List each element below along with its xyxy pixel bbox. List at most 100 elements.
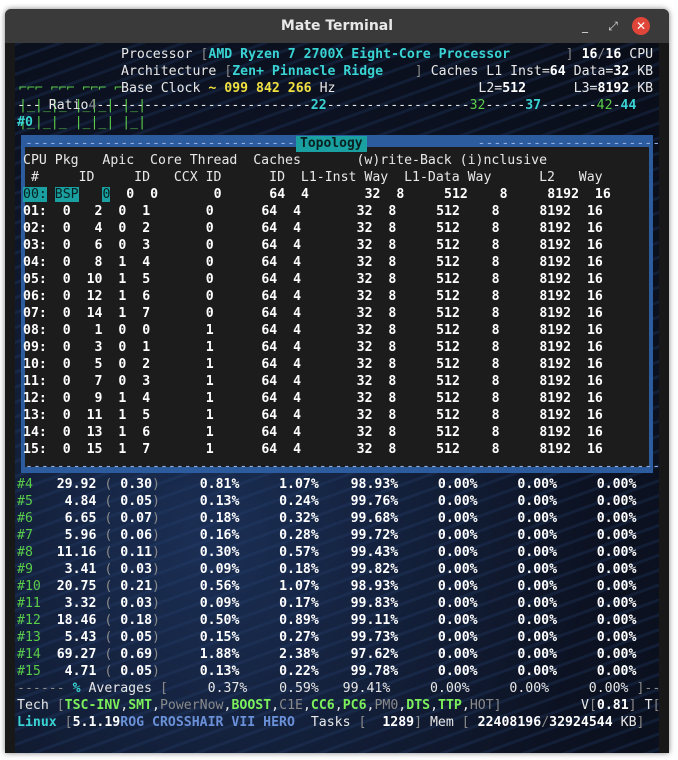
topology-cell: 32 — [356, 255, 373, 270]
topology-cell: 5 — [142, 272, 151, 287]
cstate-cell: #12 — [17, 613, 41, 628]
topology-cell: 2 — [94, 204, 103, 219]
topology-cell: 1 — [205, 340, 214, 355]
topology-cell: 1 — [205, 323, 214, 338]
topology-cell: 07: — [23, 306, 47, 321]
topology-cell: 64 — [261, 442, 278, 457]
cstate-cell: 0.57% — [279, 545, 319, 560]
topology-cell: 10 — [86, 272, 103, 287]
topology-cell: 13: — [23, 408, 47, 423]
cstate-cell: 0.00% — [596, 579, 637, 594]
topology-cell: 0 — [118, 221, 127, 236]
topology-cell: 1 — [118, 255, 127, 270]
topology-cell: 8 — [491, 272, 500, 287]
cstate-cell: 0.00% — [596, 477, 637, 492]
topology-cell: 8192 — [539, 221, 572, 236]
topology-row: 15: 0 15 1 7 1 64 4 32 8 512 8 8192 16 — [23, 441, 603, 458]
cstate-cell: 0.00% — [437, 613, 478, 628]
cstate-cell: 0.16% — [199, 528, 240, 543]
topology-cell: 32 — [356, 272, 373, 287]
topology-cell: 512 — [436, 374, 460, 389]
cstate-cell: 0.89% — [279, 613, 319, 628]
topology-cell: 8 — [388, 374, 397, 389]
cstate-cell: 1.88% — [199, 647, 240, 662]
topology-cell: 4 — [293, 238, 302, 253]
cstate-cell: 97.62% — [350, 647, 399, 662]
topology-cell: 8192 — [539, 374, 572, 389]
cstate-cell: 0.21 — [120, 579, 153, 594]
topology-cell: 1 — [142, 204, 151, 219]
cstate-row: #9 3.41 ( 0.03) 0.09% 0.18% 99.82% 0.00%… — [17, 562, 637, 577]
window-title: Mate Terminal — [280, 18, 394, 34]
topology-cell: 0 — [150, 187, 159, 202]
cstate-cell: 0.00% — [517, 630, 558, 645]
cstate-row: #12 18.46 ( 0.18) 0.50% 0.89% 99.11% 0.0… — [17, 613, 637, 628]
topology-cell: 16 — [586, 357, 603, 372]
topology-cell: 32 — [356, 204, 373, 219]
cstate-cell: 0.00% — [437, 647, 478, 662]
topology-cell: 64 — [261, 323, 278, 338]
cstate-cell: 0.07 — [120, 511, 153, 526]
cstate-cell: 0.00% — [437, 630, 478, 645]
cstate-row: #11 3.32 ( 0.03) 0.09% 0.17% 99.83% 0.00… — [17, 596, 637, 611]
cstate-cell: #6 — [17, 511, 33, 526]
topology-cell: 8 — [491, 391, 500, 406]
topology-cell: 64 — [261, 289, 278, 304]
topology-cell: 3 — [142, 238, 151, 253]
cstate-cell: 0.00% — [517, 596, 558, 611]
topology-cell: 09: — [23, 340, 47, 355]
cstate-cell: 0.13% — [199, 664, 240, 679]
title-bar[interactable]: Mate Terminal _ ⤢ ✕ — [5, 9, 669, 43]
close-button[interactable]: ✕ — [632, 17, 650, 35]
topology-cell: 16 — [586, 255, 603, 270]
cstate-cell: 6.65 — [64, 511, 97, 526]
averages-line: ------ % Averages [ 0.37% 0.59% 99.41% 0… — [17, 681, 659, 696]
cstate-cell: 99.68% — [350, 511, 399, 526]
cstate-cell: 98.93% — [350, 477, 399, 492]
topology-row: 03: 0 6 0 3 0 64 4 32 8 512 8 8192 16 — [23, 237, 603, 254]
maximize-button[interactable]: ⤢ — [604, 17, 622, 35]
cstate-cell: 99.76% — [350, 494, 399, 509]
topology-cell: 01: — [23, 204, 47, 219]
topology-bottom-border: ----------------------------------------… — [25, 459, 659, 474]
topology-cell: 15: — [23, 442, 47, 457]
topology-cell: 8 — [396, 187, 405, 202]
topology-cell: 512 — [436, 204, 460, 219]
cstate-cell: 20.75 — [56, 579, 97, 594]
topology-cell: 12 — [86, 289, 103, 304]
cstate-cell: 0.00% — [596, 613, 637, 628]
topology-cell: 2 — [142, 221, 151, 236]
topology-cell: 0 — [118, 340, 127, 355]
topology-cell: 2 — [142, 357, 151, 372]
topology-cell: 0 — [205, 204, 214, 219]
topology-cell: 512 — [436, 391, 460, 406]
topology-cell: 8192 — [539, 408, 572, 423]
topology-cell: 32 — [356, 289, 373, 304]
topology-cell: 0 — [62, 357, 71, 372]
cstate-cell: 0.00% — [437, 596, 478, 611]
cstate-cell: #13 — [17, 630, 41, 645]
topology-cell: 4 — [293, 289, 302, 304]
minimize-button[interactable]: _ — [576, 17, 594, 35]
cstate-row: #14 69.27 ( 0.69) 1.88% 2.38% 97.62% 0.0… — [17, 647, 637, 662]
cstate-cell: 1.07% — [279, 477, 319, 492]
cstate-cell: 0.13% — [199, 494, 240, 509]
cstate-cell: 0.27% — [279, 630, 319, 645]
topology-cell: 64 — [261, 204, 278, 219]
topology-cell: 1 — [118, 306, 127, 321]
cstate-cell: #9 — [17, 562, 33, 577]
cstate-cell: 0.11 — [120, 545, 153, 560]
cstate-cell: 4.71 — [64, 664, 97, 679]
topology-cell: 64 — [261, 238, 278, 253]
cstate-cell: #14 — [17, 647, 41, 662]
topology-cell: 512 — [444, 187, 468, 202]
topology-cell: 4 — [293, 221, 302, 236]
topology-cell: 8192 — [539, 323, 572, 338]
topology-cell: 8 — [491, 306, 500, 321]
terminal-screen[interactable]: ⌐⌐⌐ ⌐⌐⌐ ⌐⌐⌐ ⌐ |_|_|_ |_|_| |_| |_|_|_ |_|_… — [15, 43, 659, 753]
topology-cell: 64 — [261, 374, 278, 389]
topology-cell: 14: — [23, 425, 47, 440]
cstate-cell: 0.05 — [120, 494, 153, 509]
terminal-text: ⌐⌐⌐ ⌐⌐⌐ ⌐⌐⌐ ⌐ |_|_|_ |_|_| |_| |_|_|_ |_|_… — [15, 43, 659, 730]
topology-cell: 16 — [586, 391, 603, 406]
